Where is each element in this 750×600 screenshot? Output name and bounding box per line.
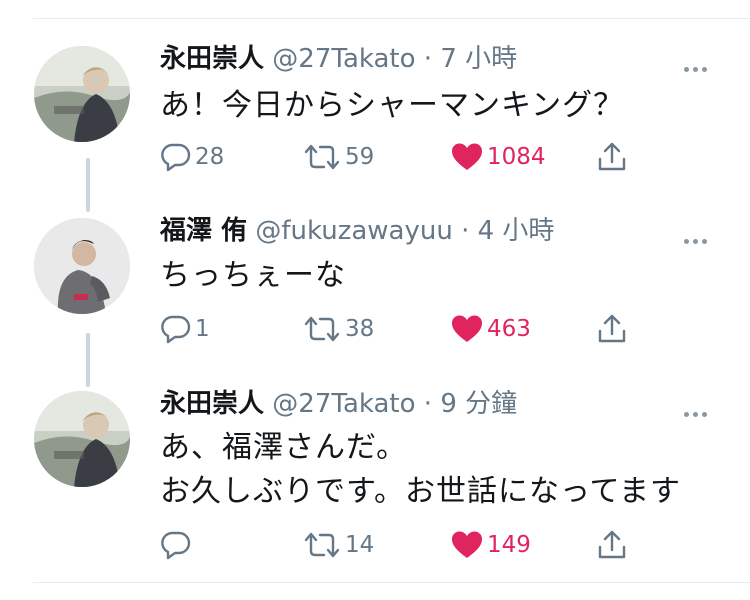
like-count: 463: [487, 316, 531, 342]
tweet-text: あ！今日からシャーマンキング？: [160, 88, 625, 123]
retweet-button[interactable]: 38: [302, 314, 374, 344]
tweet-text: あ、福澤さんだ。 お久しぶりです。お世話になってます: [160, 430, 681, 509]
top-divider: [33, 18, 750, 19]
tweet-text: ちっちぇーな: [160, 258, 346, 293]
reply-count: 28: [195, 144, 225, 170]
separator-dot: ·: [461, 216, 470, 246]
more-options-icon[interactable]: [684, 229, 714, 244]
share-button[interactable]: [596, 530, 628, 560]
tweet-actions: 1 38 463: [160, 314, 640, 344]
tweet-header: 福澤 侑 @fukuzawayuu · 4 小時: [160, 214, 554, 248]
reply-icon: [161, 531, 191, 560]
handle[interactable]: @27Takato: [272, 389, 415, 419]
retweet-button[interactable]: 14: [302, 530, 374, 560]
thread-connector: [86, 158, 90, 212]
retweet-count: 14: [345, 532, 375, 558]
share-icon: [598, 314, 626, 343]
retweet-icon: [304, 316, 340, 342]
more-options-icon[interactable]: [684, 57, 714, 72]
bottom-divider: [33, 582, 750, 583]
timestamp[interactable]: 7 小時: [440, 44, 517, 74]
like-count: 149: [487, 532, 531, 558]
tweet-actions: 28 59 1084: [160, 142, 640, 172]
tweet-header: 永田崇人 @27Takato · 9 分鐘: [160, 387, 517, 421]
share-button[interactable]: [596, 142, 628, 172]
display-name[interactable]: 福澤 侑: [160, 216, 247, 246]
more-options-icon[interactable]: [684, 402, 714, 417]
separator-dot: ·: [423, 44, 433, 74]
avatar[interactable]: [34, 218, 130, 314]
like-button[interactable]: 1084: [450, 142, 546, 172]
like-button[interactable]: 463: [450, 314, 531, 344]
heart-icon: [452, 531, 482, 558]
like-count: 1084: [487, 144, 546, 170]
separator-dot: ·: [423, 389, 433, 419]
avatar[interactable]: [34, 391, 130, 487]
tweet-actions: 14 149: [160, 530, 640, 560]
reply-icon: [161, 143, 191, 172]
reply-button[interactable]: [160, 530, 195, 560]
display-name[interactable]: 永田崇人: [160, 44, 264, 74]
share-icon: [598, 142, 626, 171]
reply-icon: [161, 315, 191, 344]
avatar[interactable]: [34, 46, 130, 142]
handle[interactable]: @27Takato: [272, 44, 415, 74]
retweet-icon: [304, 532, 340, 558]
reply-button[interactable]: 28: [160, 142, 224, 172]
like-button[interactable]: 149: [450, 530, 531, 560]
reply-count: 1: [195, 316, 210, 342]
retweet-icon: [304, 144, 340, 170]
thread-connector: [86, 333, 90, 387]
timestamp[interactable]: 4 小時: [478, 216, 555, 246]
retweet-count: 59: [345, 144, 375, 170]
share-button[interactable]: [596, 314, 628, 344]
tweet-header: 永田崇人 @27Takato · 7 小時: [160, 42, 517, 76]
handle[interactable]: @fukuzawayuu: [255, 216, 453, 246]
share-icon: [598, 530, 626, 559]
timestamp[interactable]: 9 分鐘: [440, 389, 517, 419]
retweet-button[interactable]: 59: [302, 142, 374, 172]
display-name[interactable]: 永田崇人: [160, 389, 264, 419]
reply-button[interactable]: 1: [160, 314, 210, 344]
heart-icon: [452, 143, 482, 170]
heart-icon: [452, 315, 482, 342]
retweet-count: 38: [345, 316, 375, 342]
